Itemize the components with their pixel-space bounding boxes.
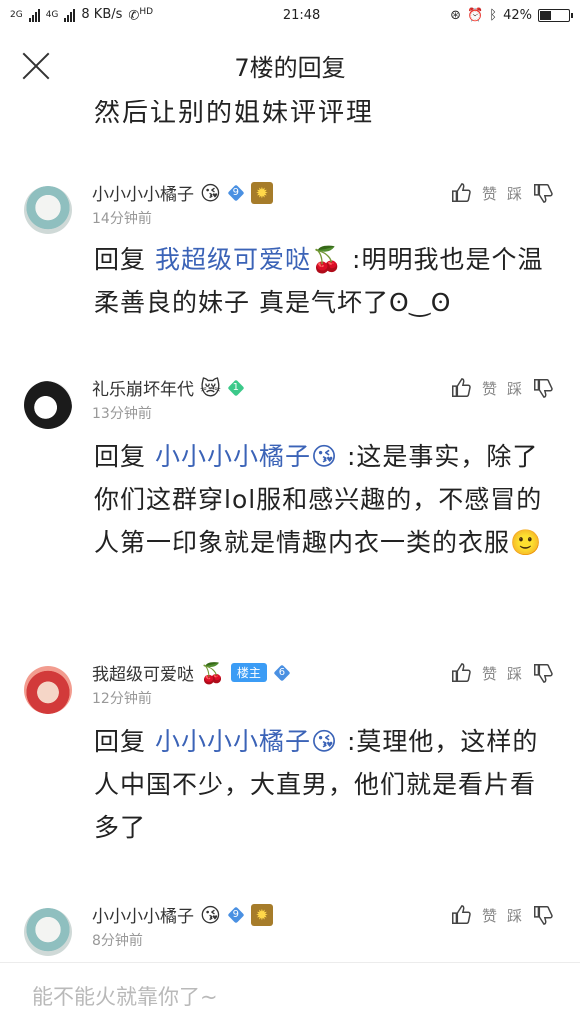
comment-time: 14分钟前 <box>92 211 152 227</box>
author-emoji: 😘 <box>200 180 221 205</box>
alarm-icon: ⏰ <box>467 7 484 23</box>
thumb-up-icon[interactable] <box>450 662 472 684</box>
comment-content: 回复 小小小小橘子😘 :这是事实，除了你们这群穿lol服和感兴趣的，不感冒的人第… <box>94 435 554 564</box>
sun-badge-icon: ✹ <box>250 181 273 204</box>
author-emoji: 🍒 <box>200 660 225 685</box>
like-label[interactable]: 赞 <box>482 663 497 684</box>
thumb-up-icon[interactable] <box>450 182 472 204</box>
status-left: 2G 4G 8 KB/s ✆HD <box>10 7 153 23</box>
vote-actions: 赞踩 <box>450 182 554 204</box>
reply-input-bar <box>0 962 580 1031</box>
reply-input[interactable] <box>30 984 534 1010</box>
status-bar: 2G 4G 8 KB/s ✆HD 21:48 ⊛ ⏰ ᛒ 42% <box>0 0 580 30</box>
author-emoji: 😿 <box>200 375 221 400</box>
avatar[interactable] <box>24 186 72 234</box>
diamond-level-icon: 6 <box>273 664 291 682</box>
network-speed: 8 KB/s <box>81 7 123 23</box>
battery-icon <box>537 8 573 22</box>
comment-author-row: 小小小小橘子 😘 9 ✹ <box>92 902 273 927</box>
like-label[interactable]: 赞 <box>482 905 497 926</box>
status-right: ⊛ ⏰ ᛒ 42% <box>450 7 573 23</box>
thumb-down-icon[interactable] <box>532 662 554 684</box>
sun-badge-icon: ✹ <box>250 903 273 926</box>
author-emoji: 😘 <box>200 902 221 927</box>
network-type: 2G <box>10 9 23 20</box>
page-header: 7楼的回复 <box>0 30 580 100</box>
lock-rotation-icon: ⊛ <box>450 7 462 23</box>
network-type-2: 4G <box>45 9 59 20</box>
signal-icon-2 <box>64 8 76 22</box>
diamond-level-icon: 1 <box>227 379 245 397</box>
bluetooth-icon: ᛒ <box>489 7 498 23</box>
author-name[interactable]: 我超级可爱哒 <box>92 660 194 685</box>
reply-prefix: 回复 <box>94 442 147 471</box>
reply-mention[interactable]: 小小小小橘子😘 <box>155 727 338 756</box>
vote-actions: 赞踩 <box>450 377 554 399</box>
like-label[interactable]: 赞 <box>482 378 497 399</box>
diamond-level-icon: 9 <box>227 184 245 202</box>
avatar[interactable] <box>24 381 72 429</box>
page-title: 7楼的回复 <box>234 53 346 82</box>
signal-icon <box>28 8 40 22</box>
vote-actions: 赞踩 <box>450 904 554 926</box>
comment-content: 回复 我超级可爱哒🍒 :明明我也是个温柔善良的妹子 真是气坏了ʘ‿ʘ <box>94 238 554 324</box>
reply-mention[interactable]: 小小小小橘子😘 <box>155 442 338 471</box>
dislike-label[interactable]: 踩 <box>507 663 522 684</box>
battery-percent: 42% <box>503 7 532 23</box>
dislike-label[interactable]: 踩 <box>507 183 522 204</box>
reply-prefix: 回复 <box>94 245 147 274</box>
thumb-up-icon[interactable] <box>450 904 472 926</box>
comment-time: 13分钟前 <box>92 406 152 422</box>
close-icon[interactable] <box>18 48 54 84</box>
thumb-down-icon[interactable] <box>532 182 554 204</box>
avatar[interactable] <box>24 908 72 956</box>
author-name[interactable]: 小小小小橘子 <box>92 902 194 927</box>
comment-content: 回复 小小小小橘子😘 :莫理他，这样的人中国不少，大直男，他们就是看片看多了 <box>94 720 554 849</box>
thumb-down-icon[interactable] <box>532 904 554 926</box>
comment-author-row: 礼乐崩坏年代 😿 1 <box>92 375 245 401</box>
host-badge: 楼主 <box>230 663 267 682</box>
like-label[interactable]: 赞 <box>482 183 497 204</box>
comment-time: 8分钟前 <box>92 933 143 949</box>
thumb-up-icon[interactable] <box>450 377 472 399</box>
reply-prefix: 回复 <box>94 727 147 756</box>
phone-hd-icon: ✆HD <box>128 6 154 24</box>
thumb-down-icon[interactable] <box>532 377 554 399</box>
author-name[interactable]: 礼乐崩坏年代 <box>92 375 194 400</box>
dislike-label[interactable]: 踩 <box>507 378 522 399</box>
avatar[interactable] <box>24 666 72 714</box>
clock: 21:48 <box>282 7 321 23</box>
author-name[interactable]: 小小小小橘子 <box>92 180 194 205</box>
reply-mention[interactable]: 我超级可爱哒🍒 <box>155 245 343 274</box>
dislike-label[interactable]: 踩 <box>507 905 522 926</box>
vote-actions: 赞踩 <box>450 662 554 684</box>
comment-time: 12分钟前 <box>92 691 152 707</box>
comment-author-row: 我超级可爱哒 🍒 楼主 6 <box>92 660 291 686</box>
diamond-level-icon: 9 <box>227 906 245 924</box>
battery-level <box>539 10 552 20</box>
comment-author-row: 小小小小橘子 😘 9 ✹ <box>92 180 273 205</box>
